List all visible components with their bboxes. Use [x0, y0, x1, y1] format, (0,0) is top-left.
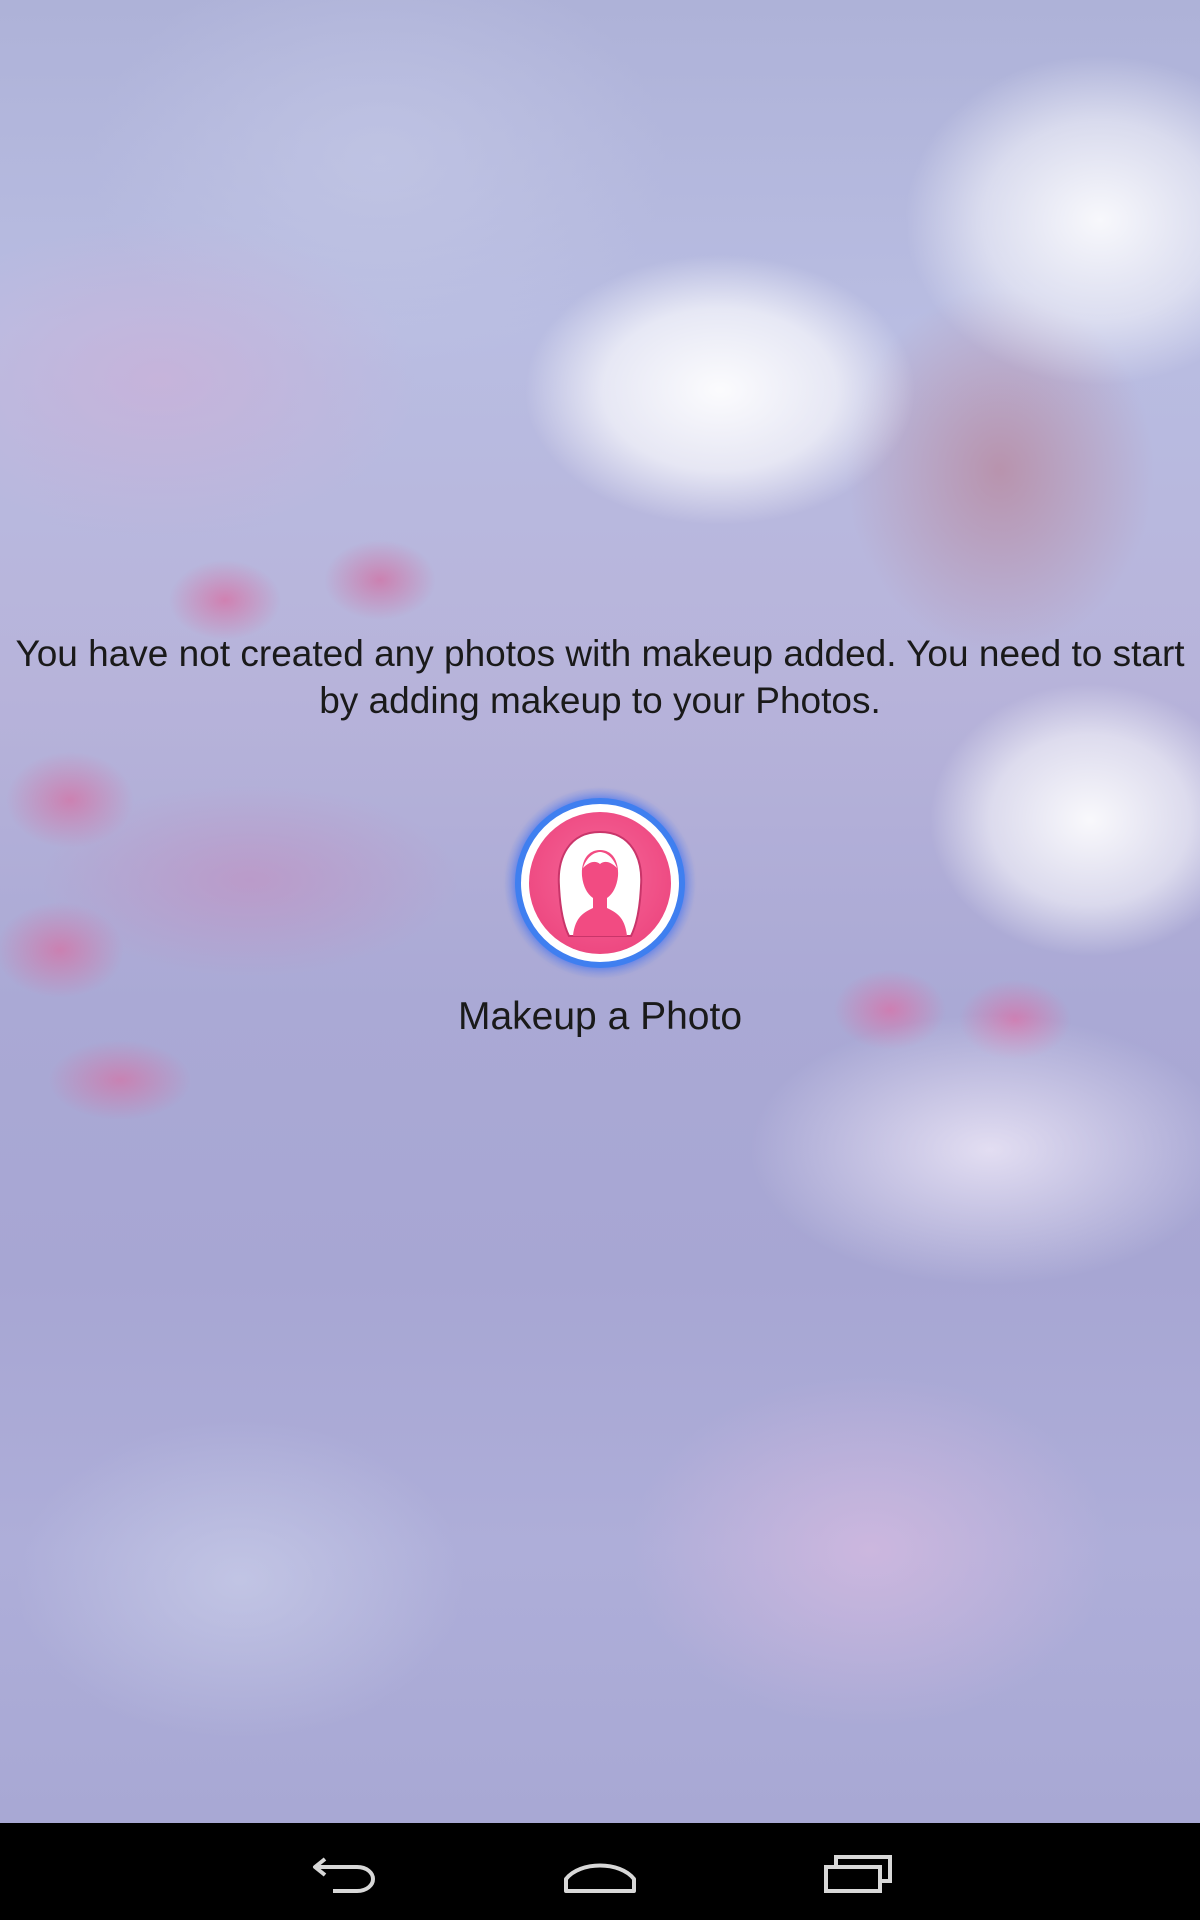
empty-state-message: You have not created any photos with mak… [15, 633, 1185, 721]
female-silhouette-icon [557, 830, 643, 937]
makeup-photo-button[interactable] [505, 788, 695, 978]
nav-home-button[interactable] [520, 1823, 680, 1920]
nav-recents-button[interactable] [778, 1823, 938, 1920]
button-face [529, 812, 671, 954]
home-icon [564, 1863, 636, 1893]
back-icon [313, 1857, 376, 1893]
system-nav-bar [0, 1823, 1200, 1920]
recent-apps-icon [824, 1855, 892, 1893]
makeup-photo-label[interactable]: Makeup a Photo [0, 993, 1200, 1041]
nav-back-button[interactable] [265, 1823, 425, 1920]
